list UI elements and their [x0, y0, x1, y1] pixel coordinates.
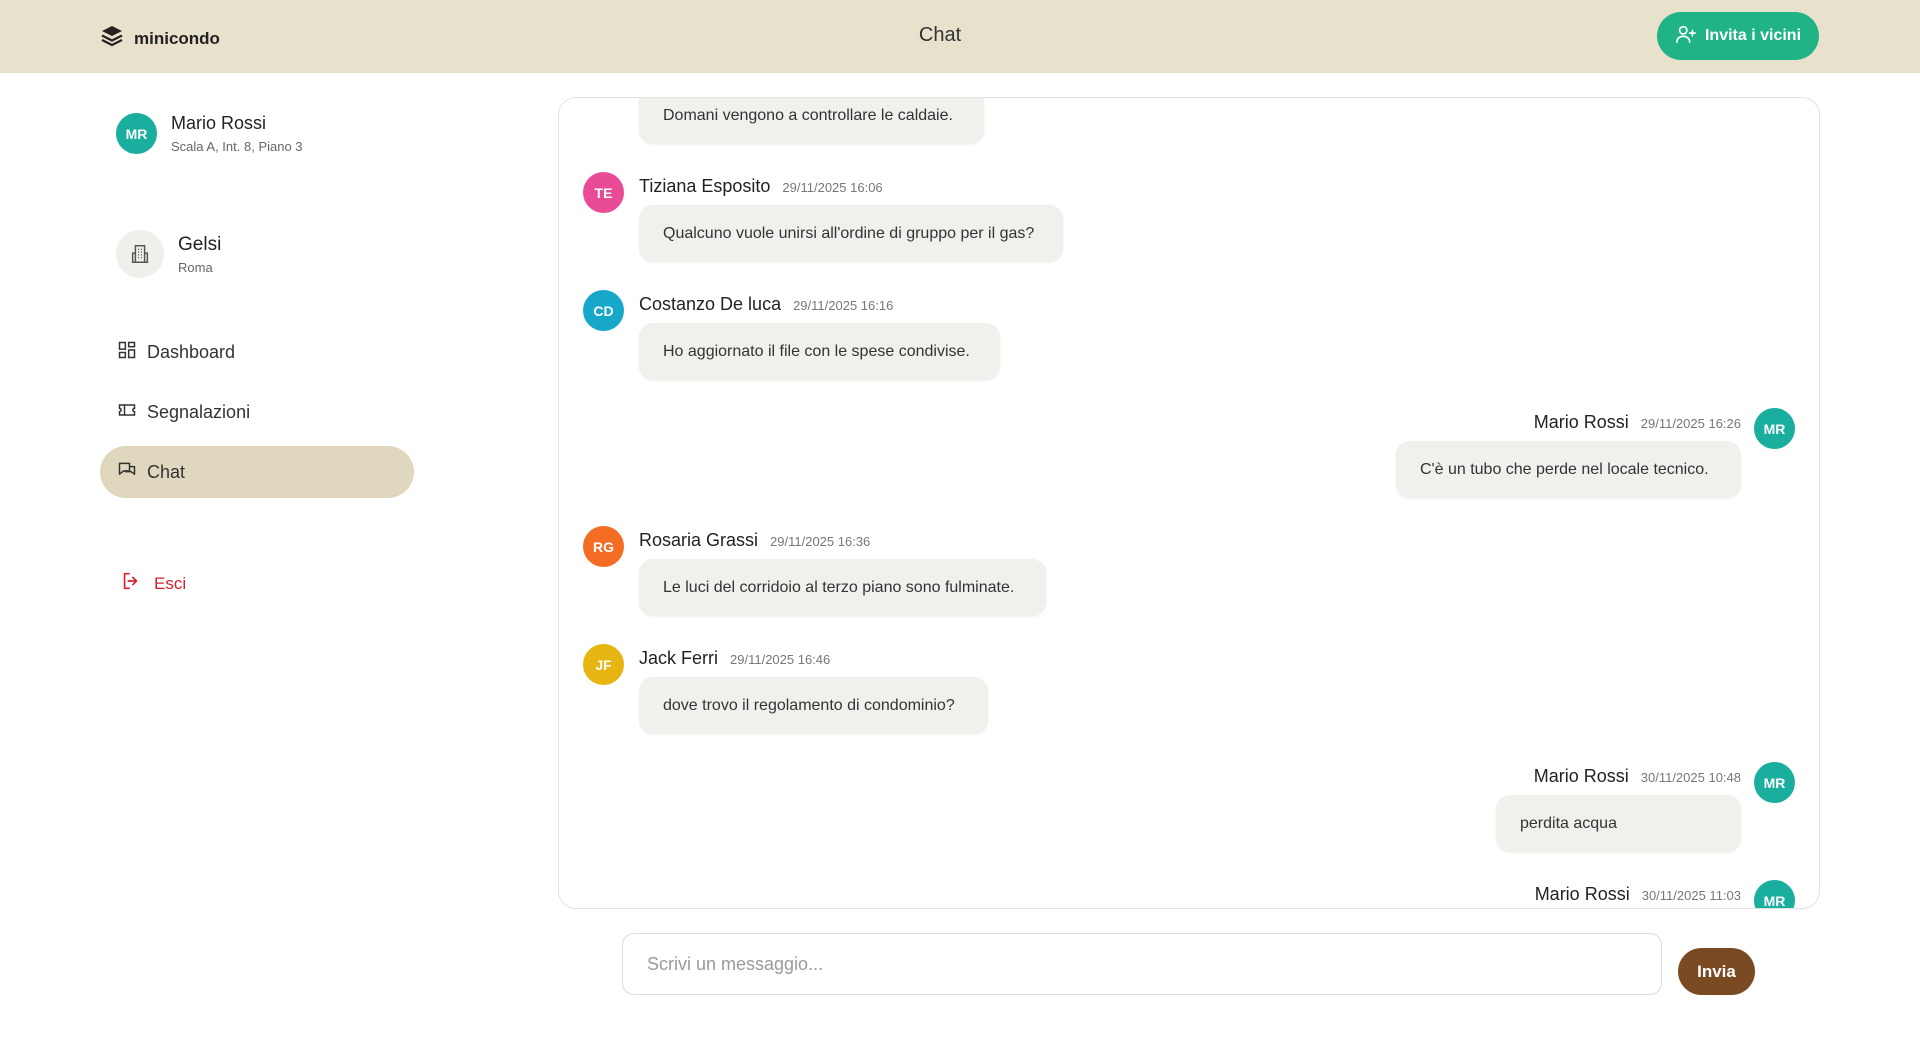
message-input[interactable]	[622, 933, 1662, 995]
avatar: MR	[1754, 880, 1795, 908]
chat-message: TE Tiziana Esposito 29/11/2025 16:06 Qua…	[559, 172, 1819, 282]
avatar: RG	[583, 526, 624, 567]
chat-messages-panel[interactable]: Domani vengono a controllare le caldaie.…	[558, 97, 1820, 909]
send-button[interactable]: Invia	[1678, 948, 1755, 995]
message-sender: Costanzo De luca	[639, 294, 782, 314]
logout-button[interactable]: Esci	[120, 570, 186, 597]
message-sender: Tiziana Esposito	[639, 176, 771, 196]
logout-label: Esci	[154, 573, 187, 593]
building-name: Gelsi	[178, 233, 222, 255]
page-title: Chat	[918, 24, 962, 46]
message-bubble: C'è un tubo che perde nel locale tecnico…	[1396, 441, 1741, 498]
message-bubble: Domani vengono a controllare le caldaie.	[639, 98, 984, 144]
chat-message-own: MR Mario Rossi 30/11/2025 10:48 perdita …	[559, 762, 1819, 872]
message-bubble: Qualcuno vuole unirsi all'ordine di grup…	[639, 205, 1063, 262]
logout-icon	[120, 570, 142, 597]
message-sender: Mario Rossi	[1533, 766, 1629, 786]
chat-message-own: MR Mario Rossi 30/11/2025 11:03	[559, 880, 1819, 908]
sidebar: MR Mario Rossi Scala A, Int. 8, Piano 3 …	[0, 73, 440, 1039]
message-sender: Mario Rossi	[1533, 412, 1629, 432]
message-bubble: Ho aggiornato il file con le spese condi…	[639, 323, 1000, 380]
message-time: 30/11/2025 11:03	[1641, 888, 1741, 903]
building-icon	[116, 230, 164, 278]
message-time: 30/11/2025 10:48	[1640, 770, 1741, 785]
user-plus-icon	[1675, 23, 1697, 50]
sidebar-item-segnalazioni[interactable]: Segnalazioni	[100, 386, 414, 438]
message-time: 29/11/2025 16:46	[730, 652, 831, 667]
message-time: 29/11/2025 16:36	[770, 534, 871, 549]
message-bubble: dove trovo il regolamento di condominio?	[639, 677, 988, 734]
building-city: Roma	[178, 259, 213, 275]
sidebar-item-label: Chat	[147, 461, 186, 482]
sidebar-item-label: Segnalazioni	[147, 401, 251, 422]
chat-message: RG Rosaria Grassi 29/11/2025 16:36 Le lu…	[559, 526, 1819, 636]
avatar: MR	[1754, 408, 1795, 449]
sidebar-item-dashboard[interactable]: Dashboard	[100, 326, 414, 378]
avatar: MR	[116, 113, 157, 154]
chat-icon	[117, 460, 137, 485]
message-bubble: perdita acqua	[1496, 795, 1741, 852]
chat-message-own: MR Mario Rossi 29/11/2025 16:26 C'è un t…	[559, 408, 1819, 518]
chat-message: JF Jack Ferri 29/11/2025 16:46 dove trov…	[559, 644, 1819, 754]
ticket-icon	[117, 400, 137, 425]
user-name: Mario Rossi	[171, 113, 267, 133]
avatar: TE	[583, 172, 624, 213]
chat-message: Domani vengono a controllare le caldaie.	[559, 98, 1819, 158]
sidebar-nav: Dashboard Segnalazioni Chat	[100, 326, 414, 506]
building-card[interactable]: Gelsi Roma	[116, 230, 221, 278]
message-time: 29/11/2025 16:06	[782, 180, 883, 195]
invite-neighbors-button[interactable]: Invita i vicini	[1657, 12, 1819, 60]
sidebar-item-chat[interactable]: Chat	[100, 446, 414, 498]
message-sender: Jack Ferri	[639, 648, 719, 668]
message-bubble: Le luci del corridoio al terzo piano son…	[639, 559, 1046, 616]
avatar: JF	[583, 644, 624, 685]
top-bar: minicondo Chat Invita i vicini	[0, 0, 1920, 73]
user-address: Scala A, Int. 8, Piano 3	[171, 139, 303, 154]
invite-label: Invita i vicini	[1704, 27, 1802, 44]
user-card: MR Mario Rossi Scala A, Int. 8, Piano 3	[116, 113, 303, 154]
avatar: CD	[583, 290, 624, 331]
message-sender: Mario Rossi	[1534, 884, 1630, 904]
message-time: 29/11/2025 16:16	[793, 298, 894, 313]
avatar: MR	[1754, 762, 1795, 803]
sidebar-item-label: Dashboard	[147, 341, 236, 362]
dashboard-icon	[117, 340, 137, 365]
chat-message: CD Costanzo De luca 29/11/2025 16:16 Ho …	[559, 290, 1819, 400]
message-time: 29/11/2025 16:26	[1640, 416, 1741, 431]
message-sender: Rosaria Grassi	[639, 530, 759, 550]
